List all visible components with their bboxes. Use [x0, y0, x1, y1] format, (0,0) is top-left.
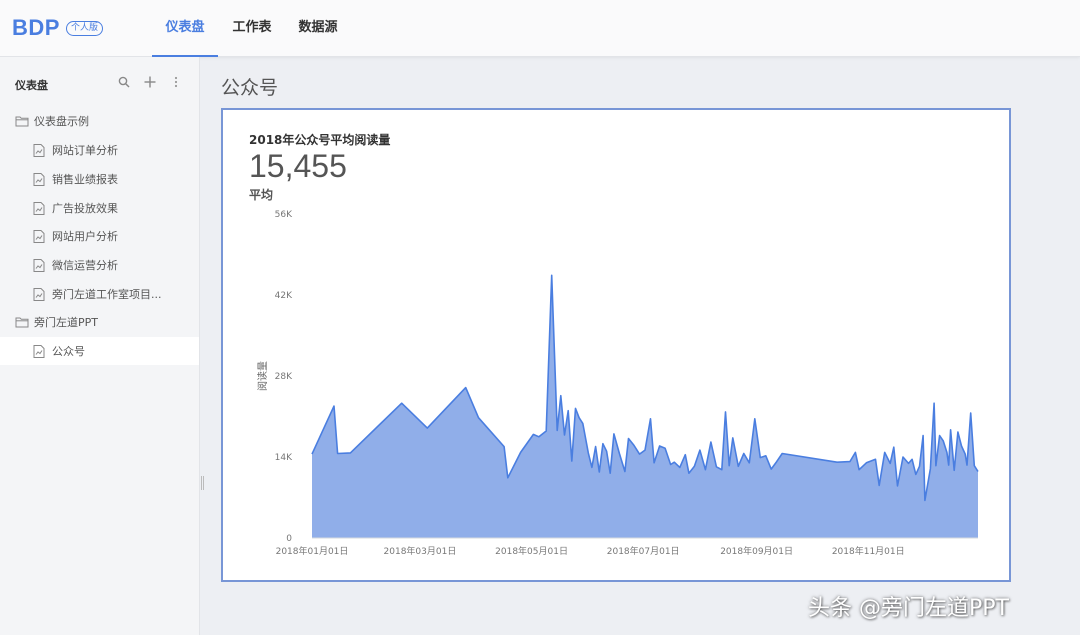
sidebar-folder-examples[interactable]: 仪表盘示例 — [0, 107, 199, 135]
folder-icon — [15, 115, 29, 127]
sidebar-item-label: 微信运营分析 — [52, 259, 118, 272]
x-tick-label: 2018年07月01日 — [607, 545, 680, 557]
dashboard-file-icon — [33, 230, 47, 243]
sidebar-folder-ppt[interactable]: 旁门左道PPT — [0, 308, 199, 336]
sidebar-title: 仪表盘 — [15, 79, 48, 92]
dashboard-file-icon — [33, 259, 47, 272]
plus-icon[interactable] — [143, 76, 157, 90]
sidebar-item-label: 网站订单分析 — [52, 144, 118, 157]
logo-text: BDP — [12, 15, 60, 40]
tab-worksheet[interactable]: 工作表 — [222, 0, 282, 57]
sidebar-item-website-users[interactable]: 网站用户分析 — [0, 222, 199, 250]
dashboard-file-icon — [33, 144, 47, 157]
y-tick-label: 28K — [275, 372, 293, 382]
more-vertical-icon[interactable] — [169, 76, 183, 90]
area-chart: 阅读量 0 14K 28K 42K 56K 2018年01月01日 2018年03月01日 20… — [256, 210, 979, 557]
sidebar-item-label: 广告投放效果 — [52, 202, 118, 215]
sidebar: 仪表盘 仪表盘示例 网站订单分析 销售业绩报表 广告投放效果 网站用户分析 微信… — [0, 57, 200, 635]
watermark: 头条 @旁门左道PPT — [808, 596, 1009, 621]
tab-datasource[interactable]: 数据源 — [288, 0, 348, 57]
folder-icon — [15, 316, 29, 328]
x-tick-label: 2018年03月01日 — [384, 545, 457, 557]
sidebar-tools — [117, 76, 183, 90]
x-tick-label: 2018年09月01日 — [720, 545, 793, 557]
sidebar-resize-handle[interactable] — [201, 476, 204, 490]
sidebar-item-label: 仪表盘示例 — [34, 115, 89, 128]
edition-badge: 个人版 — [65, 20, 103, 36]
x-tick-label: 2018年05月01日 — [495, 545, 568, 557]
chart-card[interactable]: 2018年公众号平均阅读量 15,455 平均 阅读量 0 14K 28K 42K 56K… — [221, 108, 1011, 582]
sidebar-item-label: 旁门左道工作室项目... — [52, 288, 162, 301]
sidebar-item-label: 网站用户分析 — [52, 230, 118, 243]
sidebar-item-ad-effect[interactable]: 广告投放效果 — [0, 194, 199, 222]
search-icon[interactable] — [117, 76, 131, 90]
sidebar-item-sales-report[interactable]: 销售业绩报表 — [0, 165, 199, 193]
sidebar-item-official-account[interactable]: 公众号 — [0, 337, 199, 365]
y-axis-label: 阅读量 — [256, 361, 269, 391]
sidebar-item-label: 销售业绩报表 — [52, 173, 118, 186]
sidebar-item-wechat-ops[interactable]: 微信运营分析 — [0, 251, 199, 279]
top-nav-bar: BDP 个人版 仪表盘 工作表 数据源 — [0, 0, 1080, 57]
sidebar-item-label: 旁门左道PPT — [34, 316, 98, 329]
dashboard-file-icon — [33, 202, 47, 215]
y-tick-label: 14K — [275, 453, 293, 463]
dashboard-file-icon — [33, 173, 47, 186]
y-tick-label: 42K — [275, 291, 293, 301]
series-area — [312, 275, 978, 538]
page-title: 公众号 — [221, 77, 279, 99]
y-tick-label: 0 — [286, 534, 292, 544]
x-tick-label: 2018年11月01日 — [832, 545, 905, 557]
sidebar-item-website-orders[interactable]: 网站订单分析 — [0, 136, 199, 164]
tab-dashboard[interactable]: 仪表盘 — [152, 0, 218, 57]
x-tick-label: 2018年01月01日 — [276, 545, 349, 557]
y-tick-label: 56K — [275, 210, 293, 220]
dashboard-file-icon — [33, 345, 47, 358]
bdp-logo[interactable]: BDP 个人版 — [12, 15, 103, 40]
sidebar-item-label: 公众号 — [52, 345, 85, 358]
sidebar-item-studio-projects[interactable]: 旁门左道工作室项目... — [0, 280, 199, 308]
dashboard-file-icon — [33, 288, 47, 301]
